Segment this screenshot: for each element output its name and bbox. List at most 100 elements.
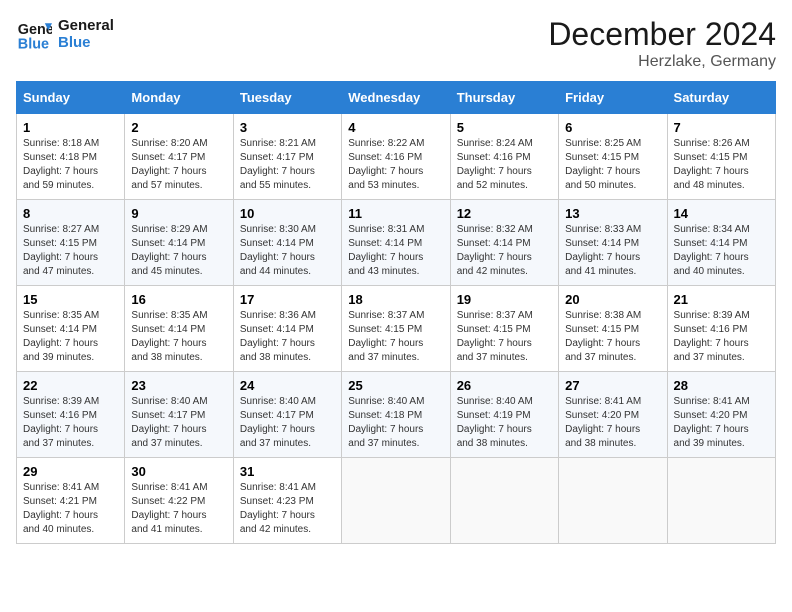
col-header-tuesday: Tuesday	[233, 82, 341, 114]
day-cell: 18 Sunrise: 8:37 AM Sunset: 4:15 PM Dayl…	[342, 286, 450, 372]
day-cell: 11 Sunrise: 8:31 AM Sunset: 4:14 PM Dayl…	[342, 200, 450, 286]
day-number: 17	[240, 292, 335, 307]
day-info: Sunrise: 8:40 AM Sunset: 4:19 PM Dayligh…	[457, 395, 552, 451]
day-info: Sunrise: 8:38 AM Sunset: 4:15 PM Dayligh…	[565, 309, 660, 365]
day-info: Sunrise: 8:33 AM Sunset: 4:14 PM Dayligh…	[565, 223, 660, 279]
week-row-2: 8 Sunrise: 8:27 AM Sunset: 4:15 PM Dayli…	[17, 200, 776, 286]
day-number: 23	[131, 378, 226, 393]
day-number: 31	[240, 464, 335, 479]
day-info: Sunrise: 8:39 AM Sunset: 4:16 PM Dayligh…	[674, 309, 769, 365]
day-cell: 4 Sunrise: 8:22 AM Sunset: 4:16 PM Dayli…	[342, 114, 450, 200]
day-cell: 6 Sunrise: 8:25 AM Sunset: 4:15 PM Dayli…	[559, 114, 667, 200]
header: General Blue General Blue December 2024 …	[16, 16, 776, 71]
day-cell: 9 Sunrise: 8:29 AM Sunset: 4:14 PM Dayli…	[125, 200, 233, 286]
col-header-saturday: Saturday	[667, 82, 775, 114]
day-cell: 26 Sunrise: 8:40 AM Sunset: 4:19 PM Dayl…	[450, 372, 558, 458]
day-info: Sunrise: 8:22 AM Sunset: 4:16 PM Dayligh…	[348, 137, 443, 193]
day-info: Sunrise: 8:41 AM Sunset: 4:22 PM Dayligh…	[131, 481, 226, 537]
col-header-thursday: Thursday	[450, 82, 558, 114]
day-cell: 21 Sunrise: 8:39 AM Sunset: 4:16 PM Dayl…	[667, 286, 775, 372]
day-number: 3	[240, 120, 335, 135]
day-info: Sunrise: 8:35 AM Sunset: 4:14 PM Dayligh…	[23, 309, 118, 365]
day-info: Sunrise: 8:34 AM Sunset: 4:14 PM Dayligh…	[674, 223, 769, 279]
logo-icon: General Blue	[16, 16, 52, 52]
day-number: 12	[457, 206, 552, 221]
logo: General Blue General Blue	[16, 16, 114, 52]
day-info: Sunrise: 8:41 AM Sunset: 4:20 PM Dayligh…	[565, 395, 660, 451]
day-number: 11	[348, 206, 443, 221]
day-number: 10	[240, 206, 335, 221]
calendar-table: SundayMondayTuesdayWednesdayThursdayFrid…	[16, 81, 776, 544]
day-cell: 3 Sunrise: 8:21 AM Sunset: 4:17 PM Dayli…	[233, 114, 341, 200]
day-info: Sunrise: 8:31 AM Sunset: 4:14 PM Dayligh…	[348, 223, 443, 279]
location-title: Herzlake, Germany	[548, 53, 776, 71]
week-row-1: 1 Sunrise: 8:18 AM Sunset: 4:18 PM Dayli…	[17, 114, 776, 200]
day-number: 26	[457, 378, 552, 393]
day-number: 4	[348, 120, 443, 135]
day-info: Sunrise: 8:30 AM Sunset: 4:14 PM Dayligh…	[240, 223, 335, 279]
day-info: Sunrise: 8:41 AM Sunset: 4:23 PM Dayligh…	[240, 481, 335, 537]
day-number: 8	[23, 206, 118, 221]
day-cell	[342, 458, 450, 544]
col-header-friday: Friday	[559, 82, 667, 114]
day-info: Sunrise: 8:27 AM Sunset: 4:15 PM Dayligh…	[23, 223, 118, 279]
day-cell: 23 Sunrise: 8:40 AM Sunset: 4:17 PM Dayl…	[125, 372, 233, 458]
day-info: Sunrise: 8:20 AM Sunset: 4:17 PM Dayligh…	[131, 137, 226, 193]
day-cell: 10 Sunrise: 8:30 AM Sunset: 4:14 PM Dayl…	[233, 200, 341, 286]
day-cell: 5 Sunrise: 8:24 AM Sunset: 4:16 PM Dayli…	[450, 114, 558, 200]
day-cell: 7 Sunrise: 8:26 AM Sunset: 4:15 PM Dayli…	[667, 114, 775, 200]
day-cell: 27 Sunrise: 8:41 AM Sunset: 4:20 PM Dayl…	[559, 372, 667, 458]
day-cell: 20 Sunrise: 8:38 AM Sunset: 4:15 PM Dayl…	[559, 286, 667, 372]
col-header-monday: Monday	[125, 82, 233, 114]
day-number: 21	[674, 292, 769, 307]
week-row-5: 29 Sunrise: 8:41 AM Sunset: 4:21 PM Dayl…	[17, 458, 776, 544]
day-cell: 19 Sunrise: 8:37 AM Sunset: 4:15 PM Dayl…	[450, 286, 558, 372]
day-info: Sunrise: 8:36 AM Sunset: 4:14 PM Dayligh…	[240, 309, 335, 365]
day-cell: 1 Sunrise: 8:18 AM Sunset: 4:18 PM Dayli…	[17, 114, 125, 200]
day-number: 22	[23, 378, 118, 393]
day-info: Sunrise: 8:32 AM Sunset: 4:14 PM Dayligh…	[457, 223, 552, 279]
day-cell: 25 Sunrise: 8:40 AM Sunset: 4:18 PM Dayl…	[342, 372, 450, 458]
day-cell	[450, 458, 558, 544]
day-info: Sunrise: 8:41 AM Sunset: 4:20 PM Dayligh…	[674, 395, 769, 451]
day-info: Sunrise: 8:24 AM Sunset: 4:16 PM Dayligh…	[457, 137, 552, 193]
day-number: 14	[674, 206, 769, 221]
day-cell: 8 Sunrise: 8:27 AM Sunset: 4:15 PM Dayli…	[17, 200, 125, 286]
day-info: Sunrise: 8:29 AM Sunset: 4:14 PM Dayligh…	[131, 223, 226, 279]
day-cell	[667, 458, 775, 544]
day-number: 30	[131, 464, 226, 479]
day-number: 6	[565, 120, 660, 135]
day-cell: 28 Sunrise: 8:41 AM Sunset: 4:20 PM Dayl…	[667, 372, 775, 458]
day-number: 13	[565, 206, 660, 221]
day-info: Sunrise: 8:40 AM Sunset: 4:17 PM Dayligh…	[240, 395, 335, 451]
day-info: Sunrise: 8:37 AM Sunset: 4:15 PM Dayligh…	[457, 309, 552, 365]
col-header-sunday: Sunday	[17, 82, 125, 114]
day-info: Sunrise: 8:18 AM Sunset: 4:18 PM Dayligh…	[23, 137, 118, 193]
day-number: 29	[23, 464, 118, 479]
week-row-3: 15 Sunrise: 8:35 AM Sunset: 4:14 PM Dayl…	[17, 286, 776, 372]
month-title: December 2024	[548, 16, 776, 53]
day-info: Sunrise: 8:25 AM Sunset: 4:15 PM Dayligh…	[565, 137, 660, 193]
day-number: 19	[457, 292, 552, 307]
day-cell	[559, 458, 667, 544]
day-info: Sunrise: 8:41 AM Sunset: 4:21 PM Dayligh…	[23, 481, 118, 537]
day-info: Sunrise: 8:39 AM Sunset: 4:16 PM Dayligh…	[23, 395, 118, 451]
day-number: 1	[23, 120, 118, 135]
day-number: 2	[131, 120, 226, 135]
logo-general: General	[58, 17, 114, 34]
day-number: 20	[565, 292, 660, 307]
day-info: Sunrise: 8:40 AM Sunset: 4:17 PM Dayligh…	[131, 395, 226, 451]
week-row-4: 22 Sunrise: 8:39 AM Sunset: 4:16 PM Dayl…	[17, 372, 776, 458]
day-number: 18	[348, 292, 443, 307]
day-cell: 17 Sunrise: 8:36 AM Sunset: 4:14 PM Dayl…	[233, 286, 341, 372]
logo-blue: Blue	[58, 34, 114, 51]
day-cell: 13 Sunrise: 8:33 AM Sunset: 4:14 PM Dayl…	[559, 200, 667, 286]
day-cell: 29 Sunrise: 8:41 AM Sunset: 4:21 PM Dayl…	[17, 458, 125, 544]
day-cell: 24 Sunrise: 8:40 AM Sunset: 4:17 PM Dayl…	[233, 372, 341, 458]
title-section: December 2024 Herzlake, Germany	[548, 16, 776, 71]
day-number: 25	[348, 378, 443, 393]
day-cell: 15 Sunrise: 8:35 AM Sunset: 4:14 PM Dayl…	[17, 286, 125, 372]
day-info: Sunrise: 8:37 AM Sunset: 4:15 PM Dayligh…	[348, 309, 443, 365]
day-info: Sunrise: 8:26 AM Sunset: 4:15 PM Dayligh…	[674, 137, 769, 193]
day-info: Sunrise: 8:40 AM Sunset: 4:18 PM Dayligh…	[348, 395, 443, 451]
